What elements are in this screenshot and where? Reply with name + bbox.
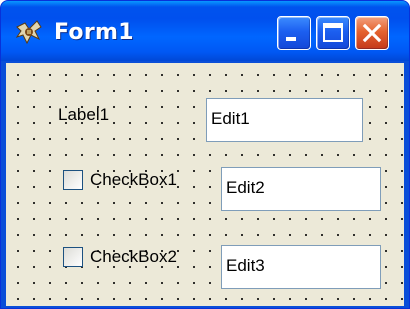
checkbox2-box[interactable] [63, 247, 83, 267]
minimize-icon [286, 37, 296, 41]
minimize-button[interactable] [277, 16, 311, 50]
checkbox1-label[interactable]: CheckBox1 [90, 170, 177, 190]
delphi-app-icon[interactable] [15, 19, 43, 45]
checkbox1-box[interactable] [63, 170, 83, 190]
maximize-button[interactable] [316, 16, 350, 50]
checkbox1[interactable]: CheckBox1 [63, 170, 177, 190]
edit3-field[interactable]: Edit3 [221, 245, 381, 289]
close-icon [362, 23, 382, 43]
close-button[interactable] [355, 16, 389, 50]
checkbox2[interactable]: CheckBox2 [63, 247, 177, 267]
checkbox2-label[interactable]: CheckBox2 [90, 247, 177, 267]
window-title: Form1 [54, 20, 134, 45]
form-window: Form1 Label1 Edit1 CheckBox1 Edit2 Check… [0, 0, 410, 309]
edit2-field[interactable]: Edit2 [221, 167, 381, 211]
label1: Label1 [58, 105, 110, 124]
maximize-icon [323, 23, 343, 42]
form-client-area: Label1 Edit1 CheckBox1 Edit2 CheckBox2 E… [6, 63, 404, 306]
edit1-field[interactable]: Edit1 [206, 98, 363, 142]
title-bar[interactable]: Form1 [1, 1, 409, 61]
